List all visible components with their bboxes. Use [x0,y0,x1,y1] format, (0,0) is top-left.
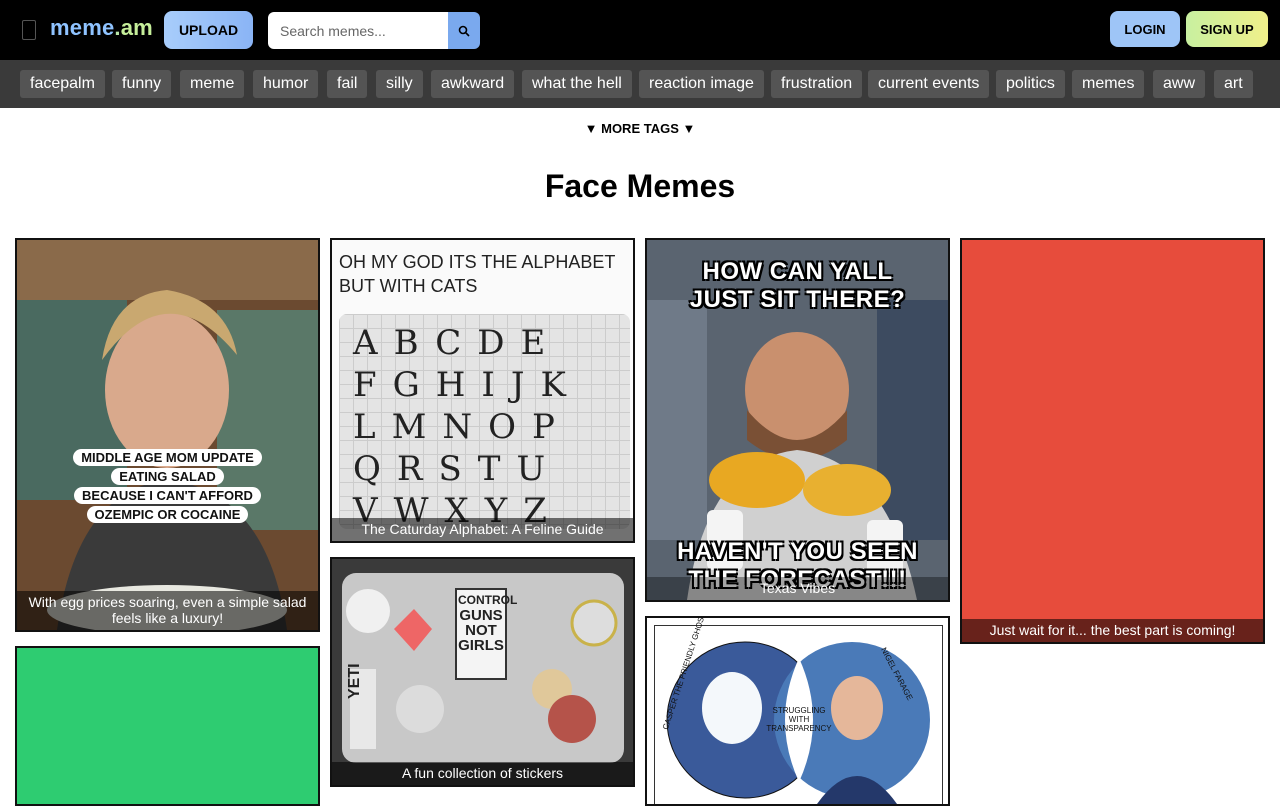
site-logo[interactable]: meme.am [50,15,153,41]
meme-top-text: JUST SIT THERE? [689,286,906,313]
tag-what-the-hell[interactable]: what the hell [522,70,632,98]
meme-caption: Texas Vibes [647,577,948,600]
meme-caption: A fun collection of stickers [332,762,633,785]
signup-button[interactable]: SIGN UP [1186,11,1268,47]
tag-humor[interactable]: humor [253,70,319,98]
meme-text-line: MIDDLE AGE MOM UPDATE [73,449,262,466]
meme-text-line: EATING SALAD [111,468,224,485]
meme-text-line: BECAUSE I CAN'T AFFORD [74,487,261,504]
tag-awkward[interactable]: awkward [431,70,515,98]
tag-politics[interactable]: politics [996,70,1065,98]
meme-card-stickers[interactable]: CONTROL GUNS NOT GIRLS YETI A fun collec… [330,557,635,787]
menu-icon[interactable] [22,20,36,40]
meme-caption: With egg prices soaring, even a simple s… [17,591,318,630]
cat-alphabet-grid: ABCDE FGHIJK LMNOP QRSTU VWXYZ [339,314,630,531]
search-icon [458,25,470,37]
login-button[interactable]: LOGIN [1110,11,1180,47]
tag-reaction-image[interactable]: reaction image [639,70,764,98]
tag-silly[interactable]: silly [376,70,423,98]
page-title: Face Memes [544,168,736,204]
search-button[interactable] [448,12,480,49]
meme-bottom-text: HAVEN'T YOU SEEN [677,538,918,565]
search-input[interactable] [268,12,448,49]
tag-current-events[interactable]: current events [868,70,990,98]
top-navbar: meme.am UPLOAD LOGIN SIGN UP [0,0,1280,60]
tag-bar: facepalm funny meme humor fail silly awk… [0,60,1280,108]
meme-card-green[interactable] [15,646,320,806]
tag-meme[interactable]: meme [180,70,245,98]
meme-card-salad[interactable]: MIDDLE AGE MOM UPDATE EATING SALAD BECAU… [15,238,320,632]
tag-art[interactable]: art [1214,70,1253,98]
meme-card-red[interactable]: Just wait for it... the best part is com… [960,238,1265,644]
more-tags-toggle[interactable]: ▼ MORE TAGS ▼ [0,121,1280,136]
upload-button[interactable]: UPLOAD [164,11,253,49]
venn-center-label: STRUGGLING WITH TRANSPARENCY [766,706,832,733]
meme-card-venn[interactable]: CASPER THE FRIENDLY GHOST NIGEL FARAGE S… [645,616,950,806]
sticker-sign: CONTROL GUNS NOT GIRLS [458,593,518,654]
tag-aww[interactable]: aww [1153,70,1206,98]
sticker-brand: YETI [346,663,363,699]
meme-card-alphabet[interactable]: OH MY GOD ITS THE ALPHABET BUT WITH CATS… [330,238,635,543]
meme-text-line: OZEMPIC OR COCAINE [86,506,249,523]
meme-heading: OH MY GOD ITS THE ALPHABET [339,252,616,272]
tag-frustration[interactable]: frustration [771,70,863,98]
meme-caption: The Caturday Alphabet: A Feline Guide [332,518,633,541]
tag-fail[interactable]: fail [327,70,368,98]
tag-facepalm[interactable]: facepalm [20,70,105,98]
meme-top-text: HOW CAN YALL [702,258,893,285]
tag-funny[interactable]: funny [112,70,172,98]
meme-heading: BUT WITH CATS [339,276,478,296]
meme-caption: Just wait for it... the best part is com… [962,619,1263,642]
meme-image-salad [17,240,318,630]
meme-card-texas[interactable]: HOW CAN YALL JUST SIT THERE? HAVEN'T YOU… [645,238,950,602]
tag-memes[interactable]: memes [1072,70,1145,98]
